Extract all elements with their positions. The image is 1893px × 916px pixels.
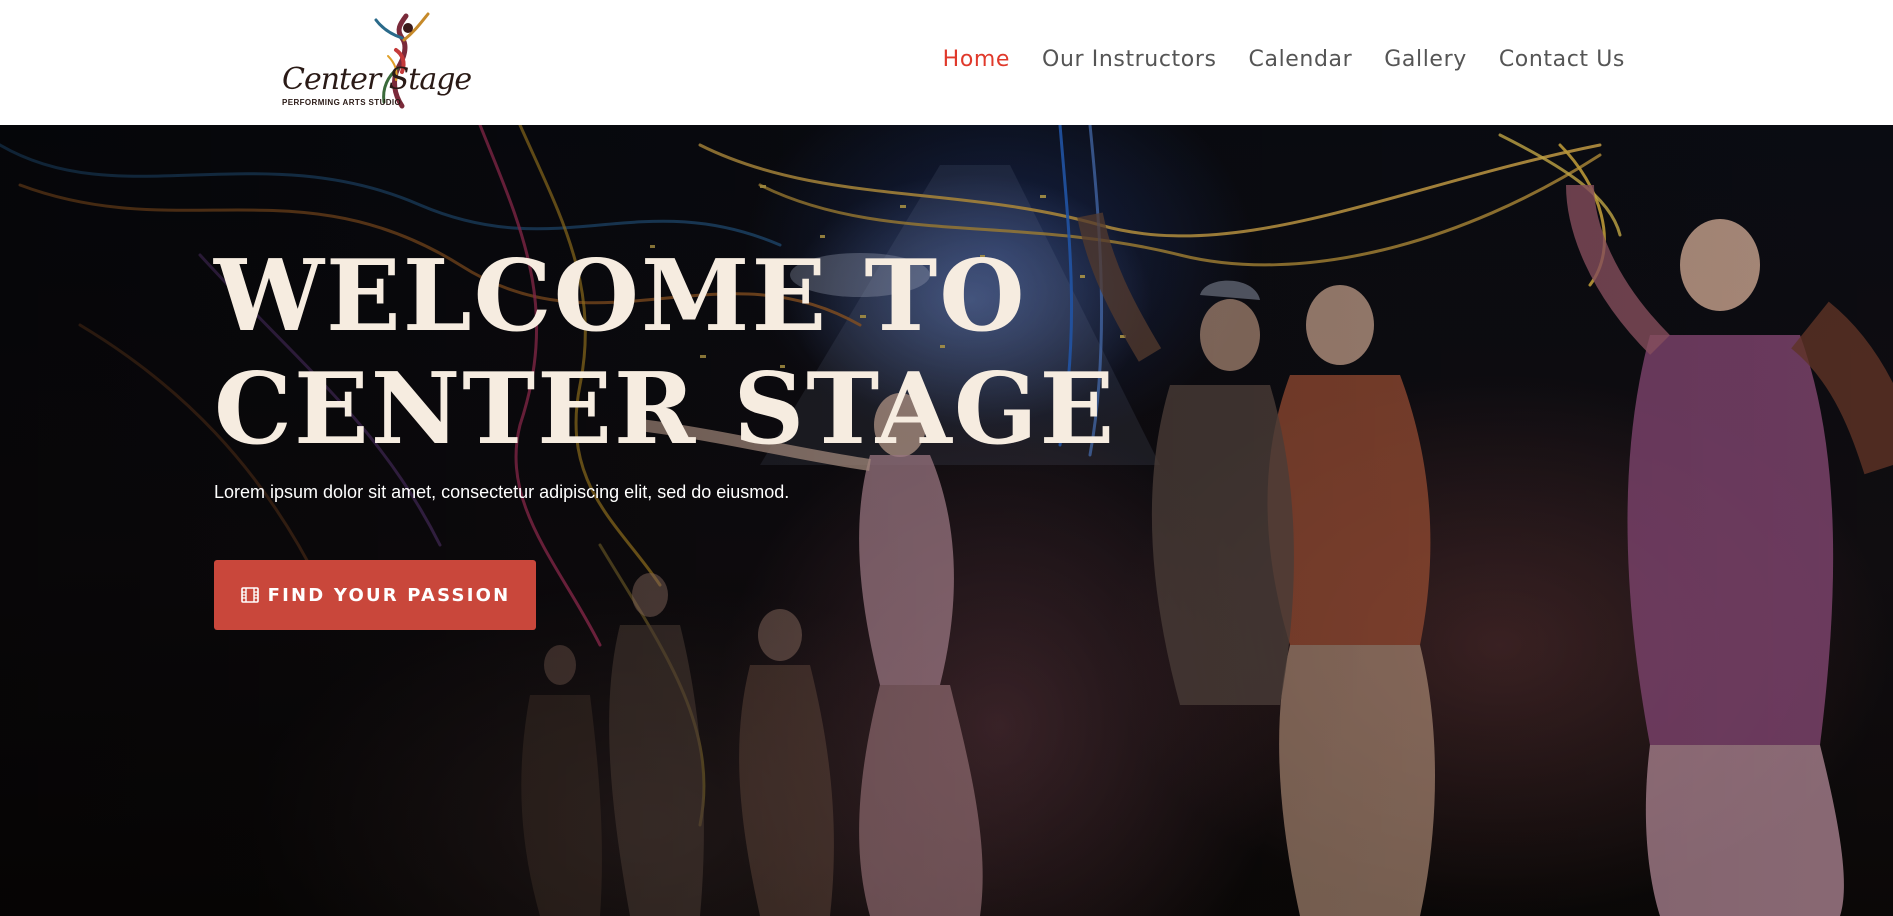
site-header: Center Stage PERFORMING ARTS STUDIO Home…: [0, 0, 1893, 125]
logo-tagline: PERFORMING ARTS STUDIO: [282, 98, 402, 107]
site-logo[interactable]: Center Stage PERFORMING ARTS STUDIO: [278, 10, 472, 116]
find-your-passion-button[interactable]: FIND YOUR PASSION: [214, 560, 536, 630]
nav-gallery[interactable]: Gallery: [1384, 47, 1467, 72]
film-icon: [240, 587, 259, 603]
hero-subtitle: Lorem ipsum dolor sit amet, consectetur …: [214, 482, 790, 502]
hero-title: WELCOME TO CENTER STAGE: [214, 239, 1117, 467]
main-nav: Home Our Instructors Calendar Gallery Co…: [943, 47, 1625, 72]
logo-wordmark: Center Stage: [282, 62, 472, 97]
nav-contact-us[interactable]: Contact Us: [1499, 47, 1625, 72]
nav-calendar[interactable]: Calendar: [1249, 47, 1353, 72]
nav-our-instructors[interactable]: Our Instructors: [1042, 47, 1217, 72]
cta-label: FIND YOUR PASSION: [267, 584, 511, 606]
nav-home[interactable]: Home: [943, 47, 1010, 72]
